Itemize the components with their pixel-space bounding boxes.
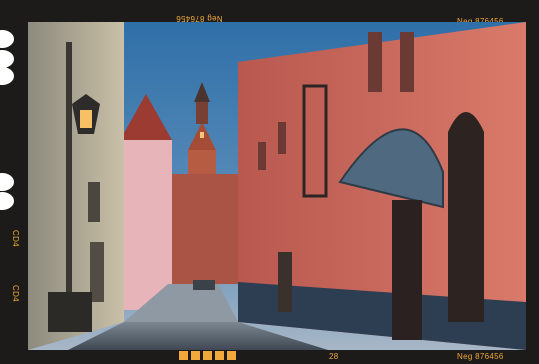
film-frame: Neg 876456 Neg 876456 Neg 876456 28 CD4 …	[0, 0, 539, 364]
side-label-lower: CD4	[11, 285, 20, 302]
street-photo	[28, 22, 526, 350]
edge-marker-block	[179, 351, 188, 360]
parked-car	[193, 280, 215, 290]
lamp-post	[66, 42, 72, 332]
right-window	[278, 122, 286, 154]
sprocket-hole	[0, 50, 14, 68]
right-lower-door	[278, 252, 292, 312]
frame-number: 28	[329, 352, 339, 361]
lamp-glow	[80, 110, 92, 128]
edge-marker-block	[191, 351, 200, 360]
right-window	[368, 32, 382, 92]
sprocket-hole	[0, 30, 14, 48]
negative-code-bottom-right: Neg 876456	[457, 352, 504, 361]
right-window	[400, 32, 414, 92]
edge-marker-block	[215, 351, 224, 360]
edge-marker-blocks	[179, 351, 236, 360]
arched-doorway	[448, 112, 484, 322]
sprocket-hole	[0, 173, 14, 191]
sprocket-hole	[0, 192, 14, 210]
bicycle-shadow	[48, 292, 92, 332]
left-doorway	[90, 242, 104, 302]
side-label-upper: CD4	[11, 230, 20, 247]
right-doorway	[392, 200, 422, 340]
street-scene	[28, 22, 526, 350]
sprocket-hole	[0, 67, 14, 85]
pink-building	[120, 140, 172, 310]
left-window	[88, 182, 100, 222]
edge-marker-block	[227, 351, 236, 360]
edge-marker-block	[203, 351, 212, 360]
right-window	[258, 142, 266, 170]
distant-building	[170, 174, 240, 284]
